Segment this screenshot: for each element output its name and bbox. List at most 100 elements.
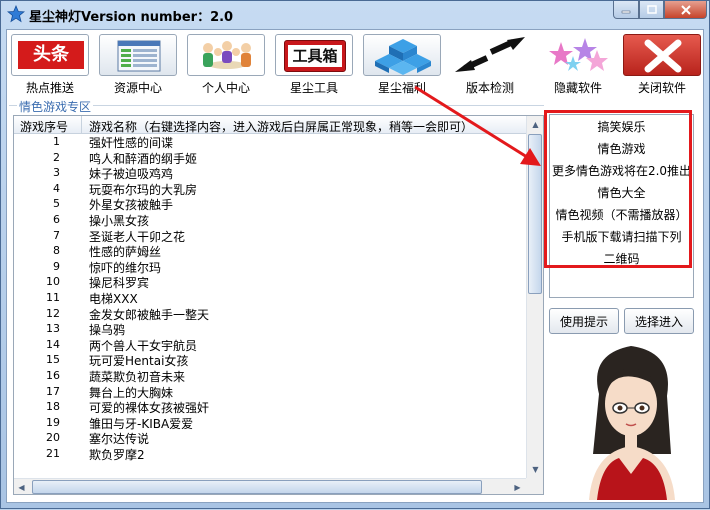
table-row[interactable]: 4 玩耍布尔玛的大乳房 [14, 181, 526, 197]
category-item[interactable]: 搞笑娱乐 [550, 118, 693, 135]
toolbar-personal-center[interactable]: 个人中心 [185, 32, 267, 95]
game-name: 塞尔达传说 [89, 432, 150, 447]
category-item[interactable]: 手机版下载请扫描下列 [550, 228, 693, 245]
game-number: 9 [53, 259, 60, 273]
table-row[interactable]: 2 鸣人和醉酒的纲手姬 [14, 150, 526, 166]
close-x-icon [623, 34, 701, 76]
game-number: 11 [46, 290, 60, 304]
client-area: 头条 热点推送 资源中心 个人中心 工具箱 星尘工具 星尘福利 版本检测 隐藏软… [6, 29, 704, 503]
game-number: 2 [53, 150, 60, 164]
game-name: 强奸性感的间谍 [89, 136, 174, 150]
table-row[interactable]: 14 两个兽人干女宇航员 [14, 337, 526, 353]
window-close-button[interactable] [664, 1, 707, 19]
game-number: 13 [46, 322, 60, 336]
table-row[interactable]: 12 金发女郎被触手一整天 [14, 306, 526, 322]
game-name: 操乌鸦 [89, 323, 126, 338]
table-row[interactable]: 5 外星女孩被触手 [14, 196, 526, 212]
list-rows: 1 强奸性感的间谍 2 鸣人和醉酒的纲手姬 3 妹子被迫吸鸡鸡 4 玩耍布尔玛的大乳房 5 外星女… [14, 134, 526, 462]
minimize-button[interactable] [613, 1, 639, 19]
scroll-down-button[interactable]: ▼ [528, 461, 543, 478]
game-number: 15 [46, 353, 60, 367]
game-name: 鸣人和醉酒的纲手姬 [89, 151, 198, 166]
maximize-icon [646, 5, 657, 14]
table-row[interactable]: 7 圣诞老人干卯之花 [14, 228, 526, 244]
column-header-number[interactable]: 游戏序号 [20, 118, 68, 133]
toolbar-hot-news[interactable]: 头条 热点推送 [9, 32, 91, 95]
category-list[interactable]: 搞笑娱乐 情色游戏 更多情色游戏将在2.0推出 情色大全 情色视频（不需播放器）… [549, 114, 694, 298]
game-number: 1 [53, 135, 60, 148]
category-item[interactable]: 情色视频（不需播放器） [550, 206, 693, 223]
cubes-graphic [375, 39, 431, 75]
minimize-icon [621, 10, 631, 13]
game-number: 20 [46, 431, 60, 445]
game-number: 21 [46, 446, 60, 460]
hot-news-icon: 头条 [11, 34, 89, 76]
table-row[interactable]: 10 操尼科罗宾 [14, 274, 526, 290]
game-name: 性感的萨姆丝 [89, 245, 162, 260]
game-number: 8 [53, 244, 60, 258]
game-list[interactable]: 游戏序号 游戏名称（右键选择内容，进入游戏后白屏属正常现象，稍等一会即可） 1 强… [13, 115, 544, 495]
toolbar-hide-software[interactable]: 隐藏软件 [537, 32, 619, 95]
help-button[interactable]: 使用提示 [549, 308, 619, 334]
game-name: 蔬菜欺负初音未来 [89, 369, 186, 384]
resource-window-graphic [117, 40, 161, 72]
table-row[interactable]: 21 欺负罗摩2 [14, 446, 526, 462]
game-number: 16 [46, 368, 60, 382]
window-title: 星尘神灯Version number：2.0 [29, 10, 234, 25]
toolbar-label: 隐藏软件 [553, 81, 602, 95]
scroll-right-button[interactable]: ▶ [510, 479, 525, 494]
column-divider [81, 116, 82, 133]
table-row[interactable]: 20 塞尔达传说 [14, 430, 526, 446]
toolbar: 头条 热点推送 资源中心 个人中心 工具箱 星尘工具 星尘福利 版本检测 隐藏软… [7, 30, 703, 96]
game-name: 金发女郎被触手一整天 [89, 307, 210, 322]
table-row[interactable]: 19 雏田与牙-KIBA爱爱 [14, 415, 526, 431]
game-name: 电梯XXX [89, 291, 138, 306]
game-name: 玩耍布尔玛的大乳房 [89, 182, 198, 197]
game-number: 12 [46, 306, 60, 320]
vertical-scroll-thumb[interactable] [528, 134, 542, 294]
table-row[interactable]: 13 操乌鸦 [14, 321, 526, 337]
category-item[interactable]: 情色游戏 [550, 140, 693, 157]
toolbar-tools[interactable]: 工具箱 星尘工具 [273, 32, 355, 95]
game-number: 17 [46, 384, 60, 398]
game-number: 7 [53, 228, 60, 242]
table-row[interactable]: 9 惊吓的维尔玛 [14, 259, 526, 275]
game-name: 惊吓的维尔玛 [89, 260, 162, 275]
table-row[interactable]: 17 舞台上的大胸妹 [14, 384, 526, 400]
table-row[interactable]: 11 电梯XXX [14, 290, 526, 306]
anime-girl-avatar [589, 346, 675, 500]
table-row[interactable]: 18 可爱的裸体女孩被强奸 [14, 399, 526, 415]
table-row[interactable]: 8 性感的萨姆丝 [14, 243, 526, 259]
toolbar-label: 资源中心 [113, 81, 162, 95]
toolbox-badge: 工具箱 [288, 45, 342, 67]
category-item[interactable]: 二维码 [550, 250, 693, 267]
enter-button[interactable]: 选择进入 [624, 308, 694, 334]
scroll-left-button[interactable]: ◀ [14, 479, 29, 494]
toolbar-welfare[interactable]: 星尘福利 [361, 32, 443, 95]
toolbar-close-software[interactable]: 关闭软件 [621, 32, 703, 95]
column-header-name[interactable]: 游戏名称（右键选择内容，进入游戏后白屏属正常现象，稍等一会即可） [89, 118, 473, 133]
vertical-scrollbar[interactable]: ▲ ▼ [526, 116, 543, 478]
toolbar-label: 热点推送 [25, 81, 74, 95]
toolbar-resource-center[interactable]: 资源中心 [97, 32, 179, 95]
table-row[interactable]: 6 操小黑女孩 [14, 212, 526, 228]
category-item[interactable]: 情色大全 [550, 184, 693, 201]
toolbar-label: 个人中心 [201, 81, 250, 95]
section-title: 情色游戏专区 [17, 98, 94, 115]
game-name: 玩可爱Hentai女孩 [89, 354, 189, 369]
table-row[interactable]: 15 玩可爱Hentai女孩 [14, 352, 526, 368]
table-row[interactable]: 3 妹子被迫吸鸡鸡 [14, 165, 526, 181]
horizontal-scroll-thumb[interactable] [32, 480, 482, 494]
title-bar[interactable]: 星尘神灯Version number：2.0 [1, 1, 709, 29]
toolbar-version-check[interactable]: 版本检测 [449, 32, 531, 95]
table-row[interactable]: 16 蔬菜欺负初音未来 [14, 368, 526, 384]
table-row[interactable]: 1 强奸性感的间谍 [14, 134, 526, 150]
game-name: 舞台上的大胸妹 [89, 385, 174, 400]
app-window: 星尘神灯Version number：2.0 头条 热点推送 资源中心 个人中心… [0, 0, 710, 509]
horizontal-scrollbar[interactable]: ◀ ▶ [14, 478, 526, 494]
hot-news-badge: 头条 [18, 41, 84, 69]
scroll-up-button[interactable]: ▲ [528, 116, 543, 133]
category-item[interactable]: 更多情色游戏将在2.0推出 [550, 162, 693, 179]
maximize-button[interactable] [639, 1, 664, 19]
game-number: 5 [53, 197, 60, 211]
